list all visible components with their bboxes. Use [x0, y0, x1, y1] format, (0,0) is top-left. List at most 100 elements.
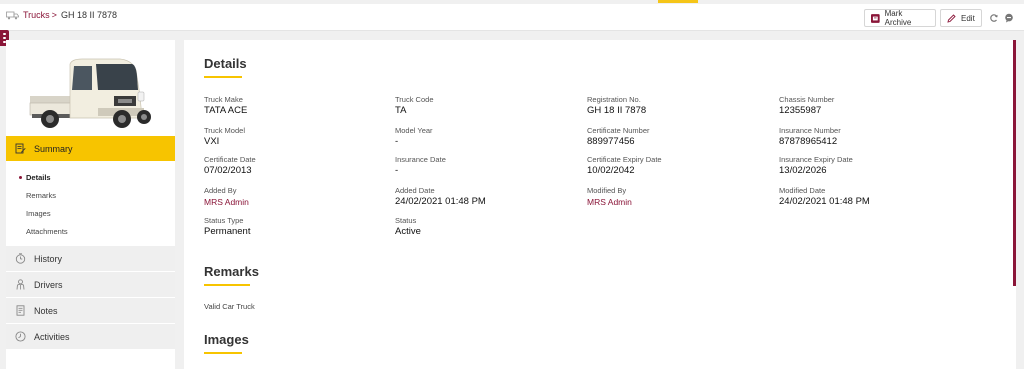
field-value: 87878965412 [779, 136, 838, 147]
added-by-link[interactable]: MRS Admin [204, 196, 394, 208]
field-label: Status [395, 216, 417, 225]
field-value: 24/02/2021 01:48 PM [779, 196, 870, 207]
field-label: Certificate Expiry Date [587, 155, 662, 164]
breadcrumb: Trucks > GH 18 II 7878 [6, 10, 117, 20]
images-section-title: Images [204, 332, 249, 354]
images-title: Images [204, 332, 249, 347]
mark-archive-button[interactable]: Mark Archive [864, 9, 936, 27]
field-value: 07/02/2013 [204, 165, 252, 176]
modified-by-link[interactable]: MRS Admin [587, 196, 777, 208]
remarks-title: Remarks [204, 264, 259, 279]
sidebar-item-notes[interactable]: Notes [6, 297, 175, 323]
field-label: Modified Date [779, 186, 826, 195]
field-label: Insurance Date [395, 155, 446, 164]
field-label: Truck Model [204, 126, 245, 135]
field-value: 12355987 [779, 105, 822, 116]
archive-icon [871, 13, 880, 23]
field-insurance-expiry-date: Insurance Expiry Date 13/02/2026 [779, 155, 969, 177]
breadcrumb-separator: > [51, 10, 57, 20]
mark-archive-label: Mark Archive [884, 9, 912, 27]
refresh-icon[interactable] [989, 13, 999, 23]
field-label: Status Type [204, 216, 244, 225]
field-value: - [395, 165, 399, 176]
field-label: Truck Code [395, 95, 434, 104]
remark-text: Valid Car Truck [204, 302, 255, 311]
sidebar-item-history[interactable]: History [6, 245, 175, 271]
field-certificate-number: Certificate Number 889977456 [587, 126, 777, 148]
subnav-details[interactable]: Details [6, 168, 175, 186]
clock-icon [15, 331, 26, 342]
sidebar-item-notes-label: Notes [34, 305, 58, 316]
field-label: Registration No. [587, 95, 641, 104]
remarks-title-underline [204, 284, 250, 286]
top-accent [658, 0, 698, 3]
sidebar: Summary Details Remarks Images Attachmen… [6, 40, 175, 369]
edit-label: Edit [961, 13, 975, 23]
remarks-section-title: Remarks [204, 264, 259, 286]
field-value: GH 18 II 7878 [587, 105, 647, 116]
field-modified-date: Modified Date 24/02/2021 01:48 PM [779, 186, 969, 208]
field-truck-make: Truck Make TATA ACE [204, 95, 394, 117]
sidebar-item-drivers[interactable]: Drivers [6, 271, 175, 297]
field-value: 13/02/2026 [779, 165, 827, 176]
field-value: Permanent [204, 226, 251, 237]
field-insurance-date: Insurance Date - [395, 155, 585, 177]
truck-icon [6, 11, 19, 19]
field-added-date: Added Date 24/02/2021 01:48 PM [395, 186, 585, 208]
sidebar-item-activities[interactable]: Activities [6, 323, 175, 349]
field-label: Modified By [587, 186, 627, 195]
truck-image [29, 58, 151, 128]
sidebar-item-summary-label: Summary [34, 143, 73, 154]
field-value: Active [395, 226, 421, 237]
field-value: 889977456 [587, 136, 635, 147]
edit-button[interactable]: Edit [940, 9, 982, 27]
field-registration-no: Registration No. GH 18 II 7878 [587, 95, 777, 117]
details-section-title: Details [204, 56, 247, 78]
field-label: Insurance Number [779, 126, 841, 135]
breadcrumb-trucks-link[interactable]: Trucks [23, 10, 50, 20]
main-scrollbar[interactable] [1013, 40, 1016, 286]
subnav-images[interactable]: Images [6, 204, 175, 222]
subnav-attachments[interactable]: Attachments [6, 222, 175, 240]
field-model-year: Model Year - [395, 126, 585, 148]
field-truck-model: Truck Model VXI [204, 126, 394, 148]
summary-subnav: Details Remarks Images Attachments [6, 168, 175, 240]
field-label: Added Date [395, 186, 435, 195]
field-value: 24/02/2021 01:48 PM [395, 196, 486, 207]
field-status: Status Active [395, 216, 585, 238]
field-label: Chassis Number [779, 95, 835, 104]
field-status-type: Status Type Permanent [204, 216, 394, 238]
field-modified-by: Modified By MRS Admin [587, 186, 777, 208]
field-added-by: Added By MRS Admin [204, 186, 394, 208]
pencil-icon [947, 13, 956, 23]
field-value: 10/02/2042 [587, 165, 635, 176]
driver-icon [16, 279, 25, 290]
field-label: Truck Make [204, 95, 243, 104]
header-bar: Trucks > GH 18 II 7878 Mark Archive Edit [0, 4, 1024, 31]
field-truck-code: Truck Code TA [395, 95, 585, 117]
field-label: Added By [204, 186, 237, 195]
sidebar-item-summary[interactable]: Summary [6, 136, 175, 161]
field-chassis-number: Chassis Number 12355987 [779, 95, 969, 117]
notes-icon [16, 305, 25, 316]
subnav-remarks[interactable]: Remarks [6, 186, 175, 204]
sidebar-item-drivers-label: Drivers [34, 279, 63, 290]
field-value: TATA ACE [204, 105, 248, 116]
images-title-underline [204, 352, 242, 354]
details-title: Details [204, 56, 247, 71]
field-value: - [395, 136, 399, 147]
details-title-underline [204, 76, 242, 78]
field-value: TA [395, 105, 407, 116]
field-label: Certificate Number [587, 126, 650, 135]
field-value: VXI [204, 136, 220, 147]
field-label: Insurance Expiry Date [779, 155, 853, 164]
field-certificate-date: Certificate Date 07/02/2013 [204, 155, 394, 177]
field-label: Model Year [395, 126, 433, 135]
field-insurance-number: Insurance Number 87878965412 [779, 126, 969, 148]
chat-icon[interactable] [1004, 13, 1014, 23]
history-icon [15, 253, 26, 264]
field-label: Certificate Date [204, 155, 256, 164]
breadcrumb-current: GH 18 II 7878 [60, 10, 117, 20]
main-panel: Details Truck Make TATA ACE Truck Code T… [184, 40, 1016, 369]
field-certificate-expiry-date: Certificate Expiry Date 10/02/2042 [587, 155, 777, 177]
